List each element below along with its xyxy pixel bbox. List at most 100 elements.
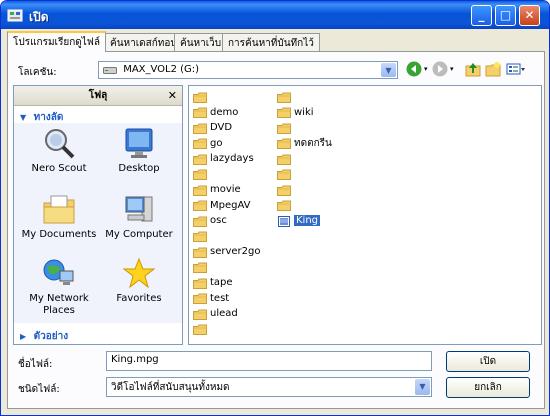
file-item[interactable]: King xyxy=(277,214,321,229)
folder-icon xyxy=(193,324,207,335)
up-folder-icon[interactable] xyxy=(465,61,481,77)
folder-item[interactable]: MpegAV xyxy=(193,199,251,214)
sidebar-item-desktop[interactable]: Desktop xyxy=(100,127,178,175)
folder-icon xyxy=(277,123,291,134)
folder-icon xyxy=(193,107,207,118)
folder-item[interactable]: osc xyxy=(193,214,227,229)
folder-item[interactable] xyxy=(193,261,210,276)
item-name: server2go xyxy=(210,246,261,257)
folder-item[interactable]: demo xyxy=(193,106,238,121)
folder-item[interactable]: go xyxy=(193,137,222,152)
open-button[interactable]: เปิด xyxy=(446,351,530,372)
sidebar-item-favorites[interactable]: Favorites xyxy=(100,257,178,305)
shortcuts-body: Nero Scout Desktop My Documents My Compu… xyxy=(14,123,182,323)
sidebar-item-my-documents[interactable]: My Documents xyxy=(20,193,98,241)
folder-icon xyxy=(193,262,207,273)
folder-icon xyxy=(193,216,207,227)
folder-icon xyxy=(193,247,207,258)
folder-item[interactable] xyxy=(277,199,294,214)
folder-item[interactable]: tape xyxy=(193,276,233,291)
new-folder-icon[interactable] xyxy=(485,61,501,77)
sidebar-item-label: My Computer xyxy=(105,229,173,240)
drive-icon xyxy=(103,66,117,74)
favorites-icon xyxy=(122,257,156,289)
sidebar-item-label: Nero Scout xyxy=(31,163,87,174)
minimize-icon: _ xyxy=(478,8,485,22)
close-button[interactable]: ✕ xyxy=(519,5,540,26)
folder-icon xyxy=(277,92,291,103)
item-name: ทดตกรีน xyxy=(294,137,332,149)
folder-item[interactable] xyxy=(277,168,294,183)
folder-icon xyxy=(193,92,207,103)
sidebar-header: โฟลุ ✕ xyxy=(14,86,182,106)
nero-scout-icon xyxy=(45,129,75,159)
item-name: ulead xyxy=(210,308,238,319)
network-places-icon xyxy=(43,259,74,285)
window-title: เปิด xyxy=(29,10,49,24)
folder-icon xyxy=(193,185,207,196)
tab-saved-searches[interactable]: การค้นหาที่บันทึกไว้ xyxy=(222,33,320,51)
folder-item[interactable]: ulead xyxy=(193,307,238,322)
app-icon xyxy=(7,9,23,22)
sidebar-item-my-network-places[interactable]: My Network Places xyxy=(20,257,98,317)
tab-web-search[interactable]: ค้นหาเว็บ xyxy=(174,33,228,51)
sidebar-item-my-computer[interactable]: My Computer xyxy=(100,193,178,241)
title-bar[interactable]: เปิด _ □ ✕ xyxy=(1,1,549,29)
folder-icon xyxy=(277,200,291,211)
item-name: lazydays xyxy=(210,153,254,164)
file-browser-panel: โลเคชัน: MAX_VOL2 (G:) ▼ ▾ ▾ โฟลุ ✕ ▼ ทา… xyxy=(7,51,545,409)
chevron-down-icon[interactable]: ▼ xyxy=(415,379,430,395)
item-name: test xyxy=(210,292,230,304)
folder-item[interactable]: test xyxy=(193,292,229,307)
view-menu-icon[interactable] xyxy=(506,61,526,77)
places-sidebar: โฟลุ ✕ ▼ ทางลัด Nero Scout Desktop My Do xyxy=(13,85,183,345)
folder-item[interactable]: ทดตกรีน xyxy=(277,137,332,152)
folder-item[interactable] xyxy=(193,230,210,245)
minimize-button[interactable]: _ xyxy=(471,5,492,26)
folder-item[interactable] xyxy=(193,90,210,105)
folder-icon xyxy=(193,309,207,320)
sidebar-item-label: Desktop xyxy=(118,163,160,174)
video-file-icon xyxy=(278,215,290,227)
folder-icon xyxy=(277,154,291,165)
back-icon[interactable] xyxy=(406,61,422,77)
preview-label: ตัวอย่าง xyxy=(33,331,69,342)
my-documents-icon xyxy=(43,195,75,224)
forward-icon[interactable] xyxy=(432,61,448,77)
folder-icon xyxy=(193,293,207,304)
item-name: osc xyxy=(210,215,227,226)
location-dropdown[interactable]: MAX_VOL2 (G:) ▼ xyxy=(98,61,398,79)
filename-value: King.mpg xyxy=(111,354,159,365)
location-value: MAX_VOL2 (G:) xyxy=(123,64,200,75)
sidebar-close-icon[interactable]: ✕ xyxy=(168,86,177,106)
cancel-button[interactable]: ยกเลิก xyxy=(446,377,530,398)
shortcuts-label: ทางลัด xyxy=(33,112,64,123)
folder-item[interactable] xyxy=(193,323,210,338)
folder-item[interactable] xyxy=(277,152,294,167)
expand-triangle-icon: ▶ xyxy=(20,332,27,341)
folder-item[interactable]: movie xyxy=(193,183,241,198)
maximize-icon: □ xyxy=(499,8,512,22)
filename-input[interactable]: King.mpg xyxy=(106,351,432,371)
tab-file-browser[interactable]: โปรแกรมเรียกดูไฟล์ xyxy=(7,31,106,52)
folder-item[interactable]: lazydays xyxy=(193,152,254,167)
folder-item[interactable] xyxy=(277,183,294,198)
forward-history-icon[interactable]: ▾ xyxy=(450,61,466,77)
sidebar-title: โฟลุ xyxy=(88,90,108,101)
filetype-label: ชนิดไฟล์: xyxy=(18,384,60,395)
folder-item[interactable]: wiki xyxy=(277,106,314,121)
maximize-button[interactable]: □ xyxy=(495,5,516,26)
tab-desktop-search[interactable]: ค้นหาเดสก์ทอป xyxy=(104,33,183,51)
folder-item[interactable] xyxy=(277,121,294,136)
location-label: โลเคชัน: xyxy=(18,67,57,78)
folder-item[interactable] xyxy=(277,90,294,105)
folder-item[interactable]: server2go xyxy=(193,245,260,260)
folder-item[interactable]: DVD xyxy=(193,121,232,136)
filetype-dropdown[interactable]: วิดีโอไฟล์ที่สนับสนุนทั้งหมด ▼ xyxy=(106,377,432,397)
folder-icon xyxy=(193,138,207,149)
sidebar-item-nero-scout[interactable]: Nero Scout xyxy=(20,127,98,175)
preview-section-header[interactable]: ▶ ตัวอย่าง xyxy=(20,329,68,344)
chevron-down-icon[interactable]: ▼ xyxy=(381,63,396,77)
filename-label: ชื่อไฟล์: xyxy=(18,359,53,370)
folder-item[interactable] xyxy=(193,168,210,183)
